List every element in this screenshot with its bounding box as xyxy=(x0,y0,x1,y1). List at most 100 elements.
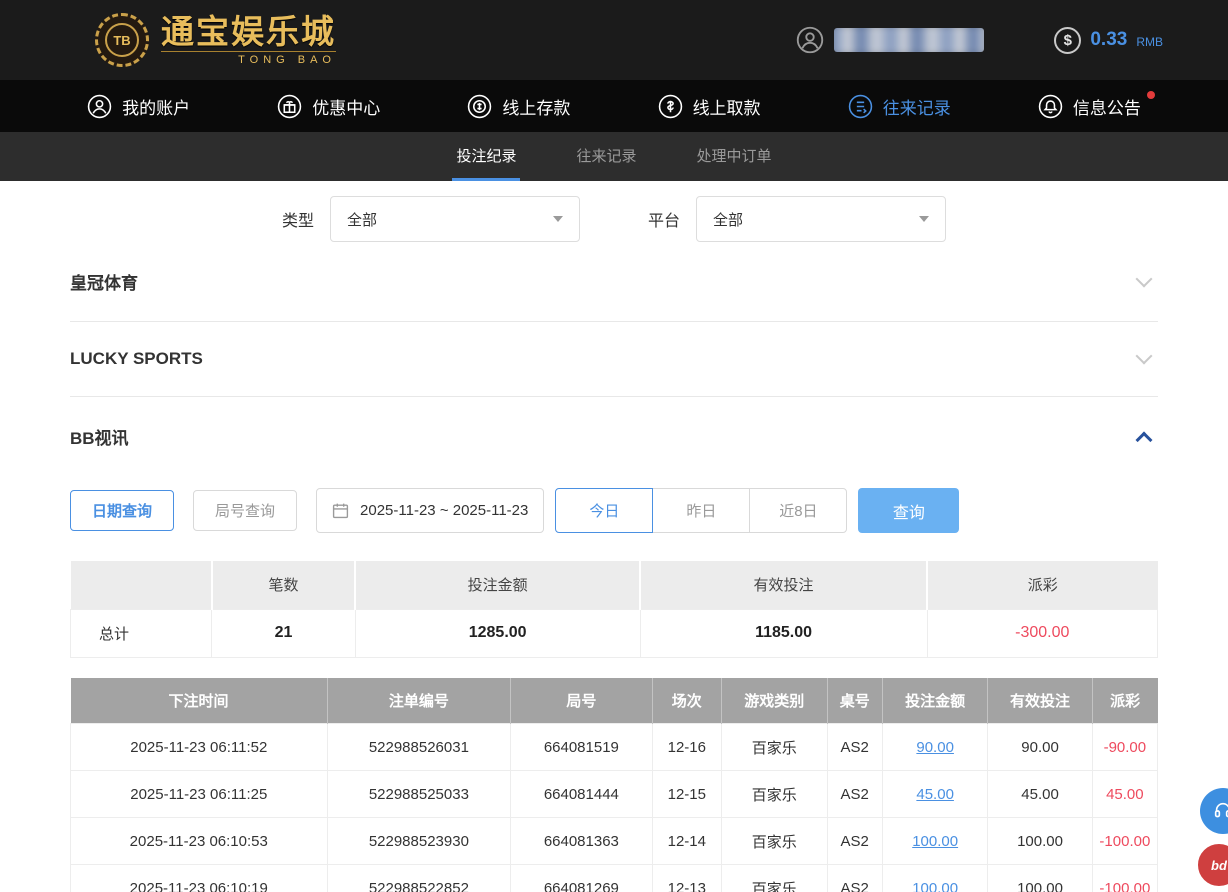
nav-label: 线上取款 xyxy=(693,94,761,119)
summary-count: 21 xyxy=(212,609,355,657)
table-row: 2025-11-23 06:10:19 522988522852 6640812… xyxy=(71,865,1158,892)
app-header: TB 通宝娱乐城 TONG BAO $ 0.33 RMB xyxy=(0,0,1228,80)
customer-service-float-button[interactable] xyxy=(1200,788,1228,834)
yesterday-button[interactable]: 昨日 xyxy=(652,488,750,533)
bet-amount-link[interactable]: 100.00 xyxy=(912,880,958,892)
headset-icon xyxy=(1212,800,1228,822)
filter-row: 类型 全部 平台 全部 xyxy=(0,196,1228,242)
cell-payout: -100.00 xyxy=(1092,818,1157,865)
col-header-valid-bet: 有效投注 xyxy=(988,678,1092,724)
cell-time: 2025-11-23 06:10:19 xyxy=(71,865,328,892)
date-range-input[interactable]: 2025-11-23 ~ 2025-11-23 xyxy=(316,488,544,533)
cell-table: AS2 xyxy=(827,724,882,771)
table-row: 2025-11-23 06:11:25 522988525033 6640814… xyxy=(71,771,1158,818)
nav-item-online-withdraw[interactable]: 线上取款 xyxy=(658,94,761,119)
summary-valid-bet: 1185.00 xyxy=(640,609,927,657)
summary-header-count: 笔数 xyxy=(212,561,355,609)
cell-table: AS2 xyxy=(827,771,882,818)
nav-item-promotions[interactable]: 优惠中心 xyxy=(277,94,380,119)
col-header-game-type: 游戏类别 xyxy=(722,678,827,724)
platform-select[interactable]: 全部 xyxy=(696,196,946,242)
notification-badge xyxy=(1147,91,1155,99)
platform-select-value: 全部 xyxy=(713,209,743,230)
chevron-down-icon xyxy=(1136,348,1153,365)
cell-round: 664081519 xyxy=(511,724,652,771)
user-account-area[interactable] xyxy=(796,26,984,54)
date-range-value: 2025-11-23 ~ 2025-11-23 xyxy=(360,502,528,519)
tab-bet-records[interactable]: 投注纪录 xyxy=(452,132,520,181)
last-8-days-button[interactable]: 近8日 xyxy=(749,488,847,533)
deposit-coin-icon xyxy=(467,94,492,119)
col-header-time: 下注时间 xyxy=(71,678,328,724)
records-icon xyxy=(848,94,873,119)
balance-amount: 0.33 xyxy=(1090,29,1127,51)
nav-label: 我的账户 xyxy=(122,94,190,119)
logo[interactable]: TB 通宝娱乐城 TONG BAO xyxy=(95,13,336,67)
nav-label: 优惠中心 xyxy=(312,94,380,119)
table-row: 2025-11-23 06:11:52 522988526031 6640815… xyxy=(71,724,1158,771)
summary-table: 笔数 投注金额 有效投注 派彩 总计 21 1285.00 1185.00 -3… xyxy=(70,561,1158,658)
chevron-down-icon xyxy=(919,216,929,222)
tab-transaction-records[interactable]: 往来记录 xyxy=(572,132,640,181)
bet-amount-link[interactable]: 90.00 xyxy=(916,739,954,756)
cell-payout: -90.00 xyxy=(1092,724,1157,771)
cell-game: 百家乐 xyxy=(722,818,827,865)
nav-item-my-account[interactable]: 我的账户 xyxy=(87,94,190,119)
section-title: 皇冠体育 xyxy=(70,269,138,294)
cell-game: 百家乐 xyxy=(722,865,827,892)
type-select[interactable]: 全部 xyxy=(330,196,580,242)
cell-time: 2025-11-23 06:11:52 xyxy=(71,724,328,771)
bell-icon xyxy=(1038,94,1063,119)
nav-item-online-deposit[interactable]: 线上存款 xyxy=(467,94,570,119)
summary-header-blank xyxy=(71,561,212,609)
cell-order: 522988526031 xyxy=(327,724,511,771)
main-nav: 我的账户 优惠中心 线上存款 线上取款 往来记录 信息公告 xyxy=(0,80,1228,132)
cell-table: AS2 xyxy=(827,865,882,892)
balance[interactable]: $ 0.33 RMB xyxy=(1054,27,1163,54)
summary-header-payout: 派彩 xyxy=(927,561,1157,609)
type-filter-label: 类型 xyxy=(282,207,314,231)
cell-time: 2025-11-23 06:10:53 xyxy=(71,818,328,865)
user-icon xyxy=(87,94,112,119)
content: 皇冠体育 LUCKY SPORTS BB视讯 日期查询 局号查询 2025-11… xyxy=(70,242,1158,892)
nav-label: 往来记录 xyxy=(883,94,951,119)
col-header-table: 桌号 xyxy=(827,678,882,724)
bet-amount-link[interactable]: 100.00 xyxy=(912,833,958,850)
cell-valid-bet: 100.00 xyxy=(988,818,1092,865)
cell-order: 522988525033 xyxy=(327,771,511,818)
cell-valid-bet: 45.00 xyxy=(988,771,1092,818)
nav-item-announcements[interactable]: 信息公告 xyxy=(1038,94,1141,119)
summary-total-label: 总计 xyxy=(71,609,212,657)
cell-valid-bet: 90.00 xyxy=(988,724,1092,771)
search-button[interactable]: 查询 xyxy=(858,488,959,533)
platform-filter-label: 平台 xyxy=(648,207,680,231)
section-bb-video[interactable]: BB视讯 xyxy=(70,397,1158,476)
bet-amount-link[interactable]: 45.00 xyxy=(916,786,954,803)
tab-pending-orders[interactable]: 处理中订单 xyxy=(693,132,776,181)
nav-label: 线上存款 xyxy=(502,94,570,119)
cell-time: 2025-11-23 06:11:25 xyxy=(71,771,328,818)
col-header-order: 注单编号 xyxy=(327,678,511,724)
cell-table: AS2 xyxy=(827,818,882,865)
cell-payout: 45.00 xyxy=(1092,771,1157,818)
cell-order: 522988523930 xyxy=(327,818,511,865)
col-header-bet-amount: 投注金额 xyxy=(882,678,987,724)
cell-session: 12-15 xyxy=(652,771,722,818)
summary-header-valid-bet: 有效投注 xyxy=(640,561,927,609)
today-button[interactable]: 今日 xyxy=(555,488,653,533)
section-lucky-sports[interactable]: LUCKY SPORTS xyxy=(70,322,1158,396)
cell-game: 百家乐 xyxy=(722,724,827,771)
dollar-icon: $ xyxy=(1054,27,1081,54)
query-bar: 日期查询 局号查询 2025-11-23 ~ 2025-11-23 今日 昨日 … xyxy=(70,488,1158,533)
cell-round: 664081444 xyxy=(511,771,652,818)
logo-text: 通宝娱乐城 TONG BAO xyxy=(161,15,336,66)
date-query-button[interactable]: 日期查询 xyxy=(70,490,174,531)
brand-float-button[interactable]: bd xyxy=(1196,842,1228,888)
round-query-button[interactable]: 局号查询 xyxy=(193,490,297,531)
section-crown-sports[interactable]: 皇冠体育 xyxy=(70,242,1158,321)
summary-row: 总计 21 1285.00 1185.00 -300.00 xyxy=(71,609,1158,657)
nav-item-transaction-records[interactable]: 往来记录 xyxy=(848,94,951,119)
chevron-down-icon xyxy=(1136,270,1153,287)
cell-order: 522988522852 xyxy=(327,865,511,892)
cell-payout: -100.00 xyxy=(1092,865,1157,892)
